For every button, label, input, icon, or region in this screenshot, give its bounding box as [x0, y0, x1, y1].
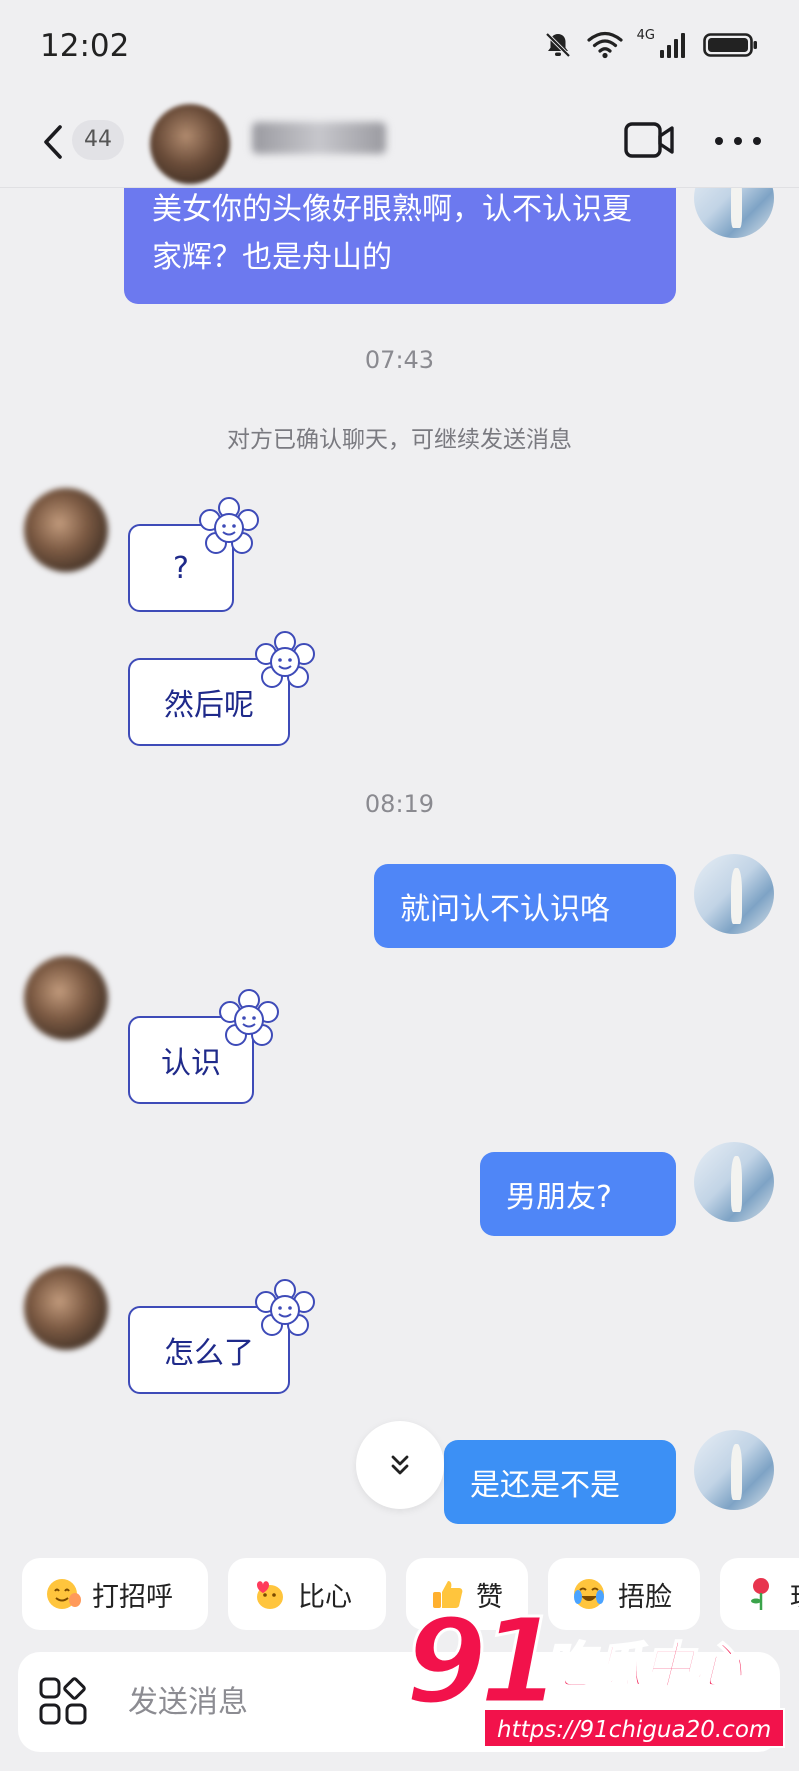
more-options-button[interactable] [712, 126, 764, 156]
flower-sticker-icon [255, 1279, 315, 1336]
message-input-bar [18, 1652, 780, 1752]
message-text: 就问认不认识咯 [400, 892, 610, 927]
status-time: 12:02 [40, 28, 130, 64]
battery-icon [703, 33, 757, 57]
self-avatar[interactable] [694, 188, 774, 238]
timestamp: 07:43 [364, 346, 435, 374]
message-text: 是还是不是 [470, 1468, 620, 1503]
video-call-button[interactable] [624, 118, 676, 162]
rose-emoji-icon [751, 1578, 769, 1610]
double-chevron-down-icon [391, 1455, 409, 1475]
message-bubble-outgoing[interactable]: 男朋友? [480, 1152, 676, 1236]
message-bubble-outgoing[interactable]: 是还是不是 [444, 1440, 676, 1524]
quick-reply-chip[interactable]: 打招呼 [22, 1558, 208, 1630]
more-dots-icon [715, 137, 761, 145]
chat-header: 44 [0, 96, 799, 188]
message-bubble-outgoing[interactable]: 就问认不认识咯 [374, 864, 676, 948]
message-text: 然后呢 [164, 688, 254, 723]
chip-label: 捂脸 [618, 1581, 672, 1613]
quick-reply-chip[interactable]: 玫 [720, 1558, 799, 1630]
message-list[interactable]: 美女你的头像好眼熟啊，认不认识夏家辉？也是舟山的 07:43 对方已确认聊天，可… [0, 188, 799, 1553]
message-text: ? [173, 550, 189, 586]
quick-reply-chip[interactable]: 捂脸 [548, 1558, 700, 1630]
heart-hands-emoji-icon [257, 1581, 283, 1609]
status-bar: 12:02 4G [0, 0, 799, 96]
self-avatar[interactable] [694, 1142, 774, 1222]
message-input[interactable] [128, 1678, 428, 1726]
scroll-to-bottom-button[interactable] [356, 1421, 444, 1509]
system-notice: 对方已确认聊天，可继续发送消息 [227, 427, 572, 453]
chip-label: 赞 [476, 1581, 503, 1613]
back-button[interactable] [38, 122, 68, 162]
flower-sticker-icon [219, 989, 279, 1046]
timestamp: 08:19 [364, 790, 435, 818]
apps-menu-button[interactable] [38, 1676, 90, 1728]
thumbs-up-emoji-icon [433, 1581, 463, 1608]
signal-icon [660, 33, 685, 58]
flower-sticker-icon [199, 497, 259, 554]
message-text: 美女你的头像好眼熟啊，认不认识夏家辉？也是舟山的 [152, 192, 632, 275]
chip-label: 玫 [790, 1575, 799, 1614]
contact-avatar-blurred[interactable] [24, 488, 108, 572]
chevron-left-icon [44, 125, 62, 159]
wave-emoji-icon [47, 1579, 81, 1609]
network-type-label: 4G [636, 28, 655, 43]
contact-avatar[interactable] [150, 104, 230, 184]
message-text: 男朋友? [506, 1180, 612, 1215]
message-text: 怎么了 [164, 1336, 254, 1371]
flower-sticker-icon [255, 631, 315, 688]
quick-reply-chip[interactable]: 比心 [228, 1558, 386, 1630]
quick-reply-chip[interactable]: 赞 [406, 1558, 528, 1630]
contact-name-redacted [252, 122, 386, 154]
quick-reply-bar: 打招呼 比心 赞 捂脸 玫 [0, 1558, 799, 1630]
facepalm-emoji-icon [574, 1579, 604, 1609]
contact-avatar-blurred[interactable] [24, 1266, 108, 1350]
chip-label: 比心 [298, 1581, 352, 1613]
video-camera-icon [624, 122, 674, 158]
unread-count-badge[interactable]: 44 [72, 120, 124, 160]
mute-bell-icon [545, 32, 571, 58]
message-bubble-outgoing[interactable]: 美女你的头像好眼熟啊，认不认识夏家辉？也是舟山的 [124, 188, 676, 304]
apps-grid-icon [39, 1677, 87, 1725]
contact-avatar-blurred[interactable] [24, 956, 108, 1040]
status-icons: 4G [543, 28, 759, 60]
chip-label: 打招呼 [92, 1581, 173, 1613]
self-avatar[interactable] [694, 1430, 774, 1510]
message-text: 认识 [161, 1046, 221, 1081]
self-avatar[interactable] [694, 854, 774, 934]
wifi-icon [587, 31, 623, 59]
